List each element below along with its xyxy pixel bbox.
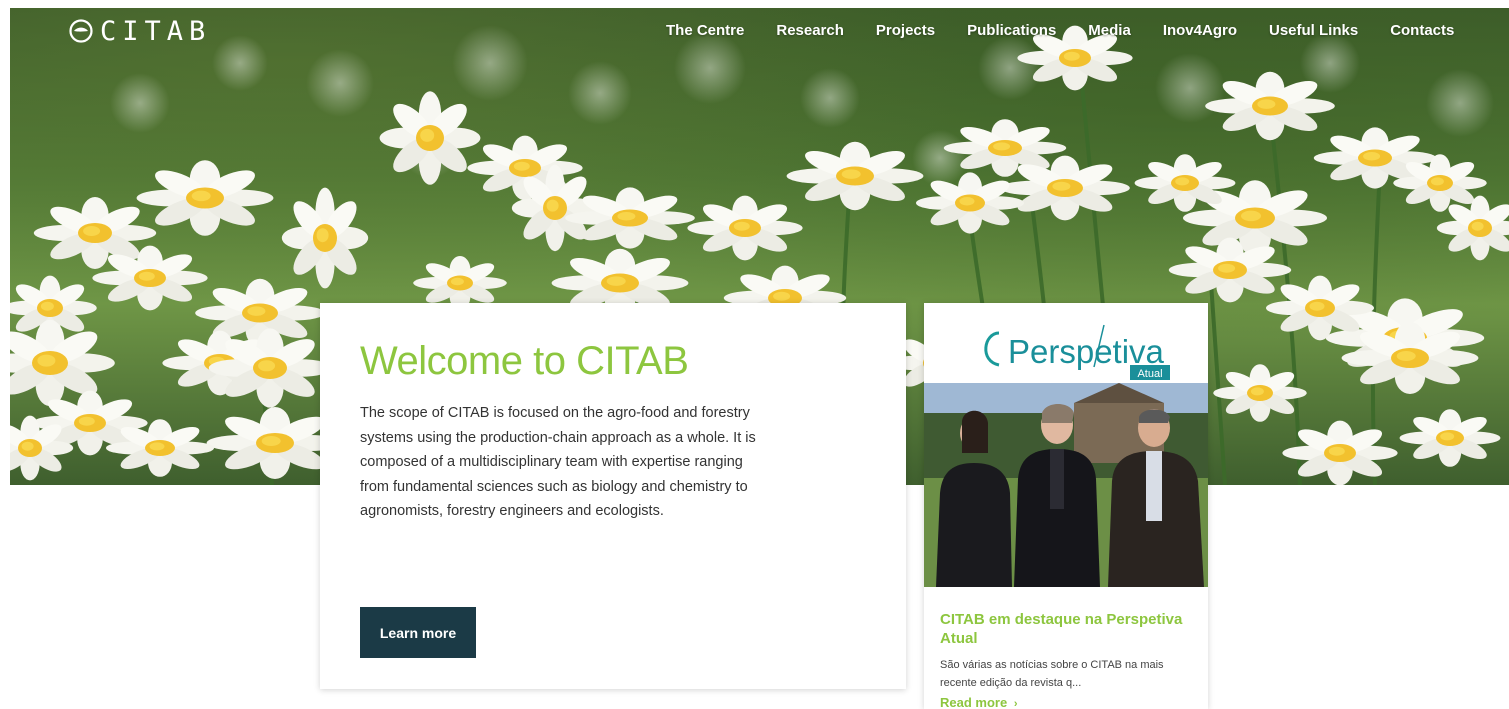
nav-item-useful-links[interactable]: Useful Links — [1253, 20, 1374, 44]
nav-item-contacts[interactable]: Contacts — [1374, 20, 1470, 44]
read-more-label: Read more — [940, 695, 1008, 709]
nav-item-publications[interactable]: Publications — [951, 20, 1072, 44]
nav-item-inov4agro[interactable]: Inov4Agro — [1147, 20, 1253, 44]
learn-more-button[interactable]: Learn more — [360, 607, 476, 658]
banner-sub-text: Atual — [1137, 368, 1162, 380]
news-card[interactable]: Perspetiva Atual CITAB em destaque na Pe… — [924, 303, 1208, 709]
nav-item-research[interactable]: Research — [760, 20, 860, 44]
leaf-circle-icon — [69, 19, 93, 43]
main-navigation: The Centre Research Projects Publication… — [650, 20, 1470, 44]
welcome-card: Welcome to CITAB The scope of CITAB is f… — [320, 303, 906, 689]
news-excerpt: São várias as notícias sobre o CITAB na … — [940, 659, 1164, 689]
nav-item-projects[interactable]: Projects — [860, 20, 951, 44]
welcome-title: Welcome to CITAB — [360, 339, 689, 383]
site-logo[interactable]: CITAB — [68, 14, 211, 48]
news-title[interactable]: CITAB em destaque na Perspetiva Atual — [940, 610, 1190, 648]
nav-item-media[interactable]: Media — [1072, 20, 1147, 44]
read-more-link[interactable]: Read more › — [940, 695, 1018, 709]
perspetiva-atual-banner: Perspetiva Atual — [924, 303, 1208, 383]
welcome-body: The scope of CITAB is focused on the agr… — [360, 405, 756, 519]
chevron-right-icon: › — [1010, 698, 1018, 709]
banner-logo-text: Perspetiva — [1008, 333, 1165, 370]
nav-item-the-centre[interactable]: The Centre — [650, 20, 760, 44]
logo-text: CITAB — [100, 15, 212, 47]
news-photo — [924, 383, 1208, 587]
